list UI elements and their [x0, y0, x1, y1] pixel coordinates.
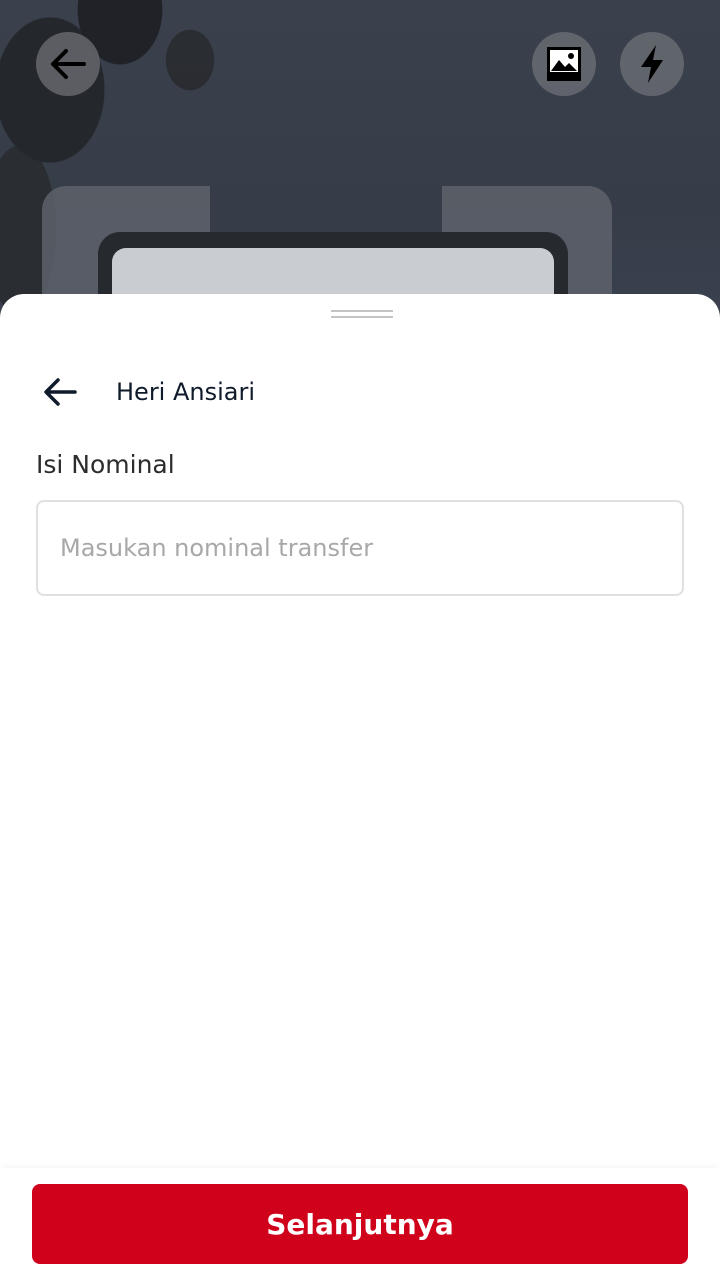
image-icon — [547, 47, 581, 81]
transfer-bottom-sheet: Heri Ansiari Isi Nominal — [0, 294, 720, 1280]
arrow-left-icon — [51, 49, 86, 79]
scan-transfer-screen: Heri Ansiari Isi Nominal Selanjutnya — [0, 0, 720, 1280]
camera-back-button[interactable] — [36, 32, 100, 96]
recipient-name: Heri Ansiari — [116, 378, 256, 406]
flash-icon — [641, 45, 663, 83]
nominal-input[interactable] — [36, 500, 684, 596]
nominal-field-label: Isi Nominal — [36, 450, 175, 479]
next-button[interactable]: Selanjutnya — [32, 1184, 688, 1264]
flash-button[interactable] — [620, 32, 684, 96]
arrow-left-icon — [44, 378, 77, 406]
gallery-button[interactable] — [532, 32, 596, 96]
sheet-drag-handle[interactable] — [331, 310, 393, 318]
camera-preview — [0, 0, 720, 340]
sheet-back-button[interactable] — [36, 368, 84, 416]
sheet-footer: Selanjutnya — [0, 1168, 720, 1280]
